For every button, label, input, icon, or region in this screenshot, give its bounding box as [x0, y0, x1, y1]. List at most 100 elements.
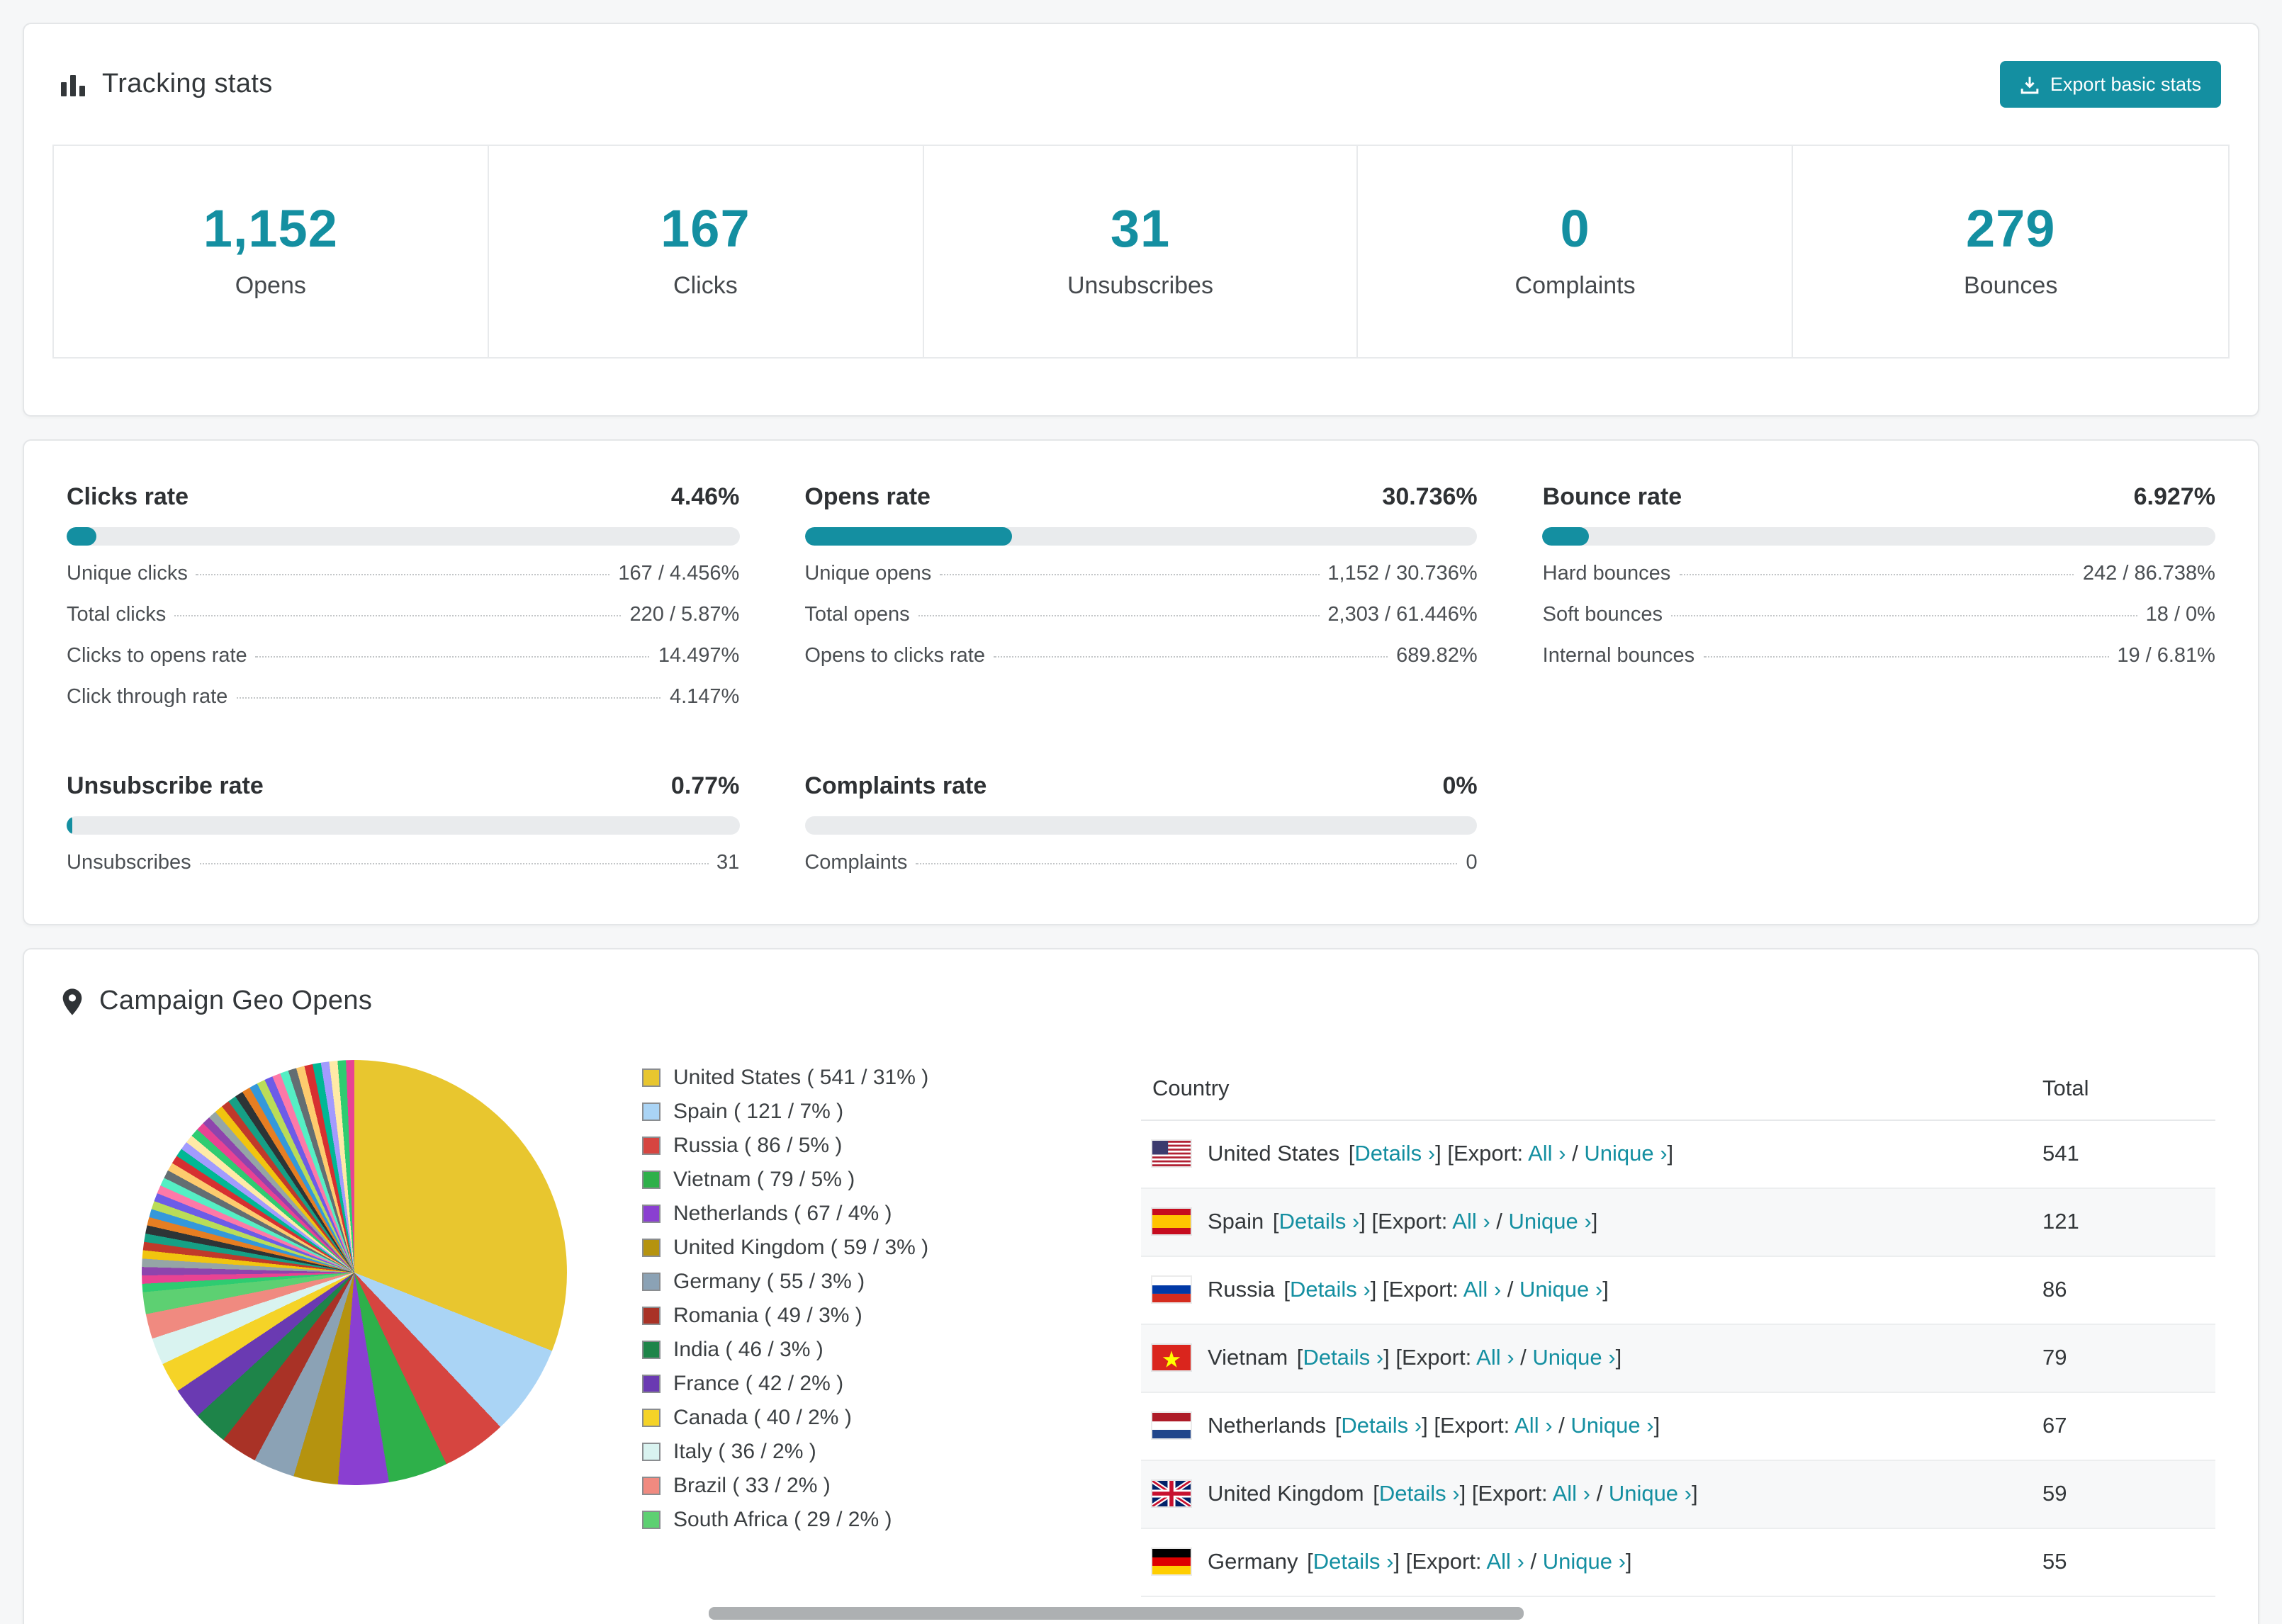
stat-card-opens: 1,152 Opens: [54, 146, 489, 357]
export-unique-link[interactable]: Unique ›: [1532, 1346, 1615, 1370]
rates-panel: Clicks rate 4.46% Unique clicks 167 / 4.456…: [23, 439, 2259, 925]
bracket-text: [Export:: [1471, 1482, 1553, 1506]
details-link[interactable]: Details ›: [1290, 1278, 1371, 1302]
dotted-leader: [174, 615, 622, 616]
rate-row-value: 14.497%: [658, 645, 740, 667]
export-button-label: Export basic stats: [2050, 74, 2201, 95]
rate-value: 0%: [1442, 772, 1478, 799]
legend-item-united-kingdom: United Kingdom ( 59 / 3% ): [642, 1236, 1115, 1260]
rate-row-label: Complaints: [804, 852, 908, 874]
rate-row-value: 689.82%: [1396, 645, 1478, 667]
rate-row-value: 1,152 / 30.736%: [1327, 563, 1478, 585]
bracket-text: ]: [1422, 1414, 1434, 1438]
rate-row-value: 167 / 4.456%: [618, 563, 740, 585]
horizontal-scrollbar-thumb[interactable]: [709, 1607, 1524, 1620]
bracket-text: ]: [1591, 1210, 1598, 1234]
rate-block-clicks-rate: Clicks rate 4.46% Unique clicks 167 / 4.456…: [67, 483, 740, 710]
geo-content: United States ( 541 / 31% ) Spain ( 121 /…: [24, 1043, 2258, 1597]
pie-legend: United States ( 541 / 31% ) Spain ( 121 /…: [642, 1066, 1115, 1542]
country-total: 121: [2031, 1188, 2215, 1257]
legend-swatch: [642, 1409, 661, 1427]
bracket-text: [Export:: [1395, 1346, 1477, 1370]
stat-card-unsubscribes: 31 Unsubscribes: [923, 146, 1359, 357]
legend-label: Canada ( 40 / 2% ): [673, 1406, 852, 1430]
stat-value: 0: [1560, 200, 1590, 258]
export-unique-link[interactable]: Unique ›: [1509, 1210, 1592, 1234]
bracket-text: /: [1524, 1550, 1543, 1574]
rate-head: Unsubscribe rate 0.77%: [67, 772, 739, 801]
legend-swatch: [642, 1511, 661, 1529]
rate-row-label: Soft bounces: [1542, 604, 1663, 626]
stat-value: 1,152: [203, 200, 338, 258]
legend-swatch: [642, 1239, 661, 1257]
export-all-link[interactable]: All ›: [1486, 1550, 1524, 1574]
rate-title: Unsubscribe rate: [67, 772, 264, 799]
bracket-text: [: [1342, 1142, 1355, 1166]
rate-row-value: 220 / 5.87%: [629, 604, 740, 626]
legend-item-france: France ( 42 / 2% ): [642, 1372, 1115, 1396]
bracket-text: [Export:: [1434, 1414, 1515, 1438]
details-link[interactable]: Details ›: [1279, 1210, 1360, 1234]
dotted-leader: [993, 656, 1388, 658]
rate-title: Clicks rate: [67, 483, 189, 510]
dashboard-page: Tracking stats Export basic stats 1,152 O…: [0, 0, 2282, 1624]
rate-row-value: 4.147%: [669, 686, 740, 709]
geo-table-body: United States [Details ›] [Export: All ›…: [1141, 1120, 2215, 1597]
details-link[interactable]: Details ›: [1341, 1414, 1422, 1438]
export-all-link[interactable]: All ›: [1463, 1278, 1501, 1302]
legend-swatch: [642, 1103, 661, 1121]
details-link[interactable]: Details ›: [1303, 1346, 1383, 1370]
export-unique-link[interactable]: Unique ›: [1519, 1278, 1602, 1302]
rate-block-unsubscribe-rate: Unsubscribe rate 0.77% Unsubscribes 31: [67, 772, 740, 876]
geo-row-vietnam: Vietnam [Details ›] [Export: All › / Uni…: [1141, 1324, 2215, 1393]
export-unique-link[interactable]: Unique ›: [1584, 1142, 1667, 1166]
country-column-header: Country: [1141, 1060, 2031, 1121]
bracket-text: ]: [1667, 1142, 1674, 1166]
dotted-leader: [940, 574, 1320, 575]
rate-row: Clicks to opens rate 14.497%: [67, 645, 739, 669]
export-all-link[interactable]: All ›: [1476, 1346, 1514, 1370]
progress-bar: [67, 816, 740, 835]
export-all-link[interactable]: All ›: [1553, 1482, 1590, 1506]
dotted-leader: [196, 574, 610, 575]
legend-item-romania: Romania ( 49 / 3% ): [642, 1304, 1115, 1328]
export-basic-stats-button[interactable]: Export basic stats: [2000, 61, 2221, 108]
rate-value: 0.77%: [670, 772, 740, 799]
stat-label: Complaints: [1514, 272, 1636, 299]
pie-wrap: [67, 1060, 642, 1485]
progress-bar-fill: [1542, 527, 1590, 546]
rate-row-label: Unique clicks: [67, 563, 188, 585]
legend-swatch: [642, 1171, 661, 1189]
legend-item-india: India ( 46 / 3% ): [642, 1338, 1115, 1362]
export-all-link[interactable]: All ›: [1528, 1142, 1566, 1166]
rate-row-label: Unsubscribes: [67, 852, 191, 874]
export-all-link[interactable]: All ›: [1514, 1414, 1552, 1438]
bracket-text: /: [1490, 1210, 1509, 1234]
details-link[interactable]: Details ›: [1313, 1550, 1394, 1574]
geo-row-united-states: United States [Details ›] [Export: All ›…: [1141, 1120, 2215, 1189]
rate-row: Total opens 2,303 / 61.446%: [804, 604, 1477, 628]
rate-head: Complaints rate 0%: [804, 772, 1477, 801]
rate-title: Bounce rate: [1542, 483, 1682, 510]
country-cell: Germany [Details ›] [Export: All › / Uni…: [1141, 1528, 2031, 1597]
export-unique-link[interactable]: Unique ›: [1570, 1414, 1653, 1438]
bracket-text: [Export:: [1371, 1210, 1453, 1234]
rate-row-label: Clicks to opens rate: [67, 645, 247, 667]
stat-label: Opens: [235, 272, 306, 299]
rate-row: Unique opens 1,152 / 30.736%: [804, 563, 1477, 587]
dotted-leader: [918, 615, 1320, 616]
country-name: Spain: [1208, 1210, 1264, 1234]
details-link[interactable]: Details ›: [1354, 1142, 1435, 1166]
details-link[interactable]: Details ›: [1379, 1482, 1460, 1506]
legend-label: Netherlands ( 67 / 4% ): [673, 1202, 892, 1226]
export-unique-link[interactable]: Unique ›: [1609, 1482, 1692, 1506]
flag-de-icon: [1152, 1549, 1191, 1574]
country-total: 541: [2031, 1120, 2215, 1189]
rate-block-opens-rate: Opens rate 30.736% Unique opens 1,152 / 30.…: [804, 483, 1478, 710]
export-unique-link[interactable]: Unique ›: [1543, 1550, 1626, 1574]
legend-item-canada: Canada ( 40 / 2% ): [642, 1406, 1115, 1430]
geo-table: Country Total United States [Details ›] …: [1141, 1060, 2215, 1597]
legend-label: United States ( 541 / 31% ): [673, 1066, 929, 1090]
export-download-icon: [2020, 74, 2040, 94]
export-all-link[interactable]: All ›: [1452, 1210, 1490, 1234]
